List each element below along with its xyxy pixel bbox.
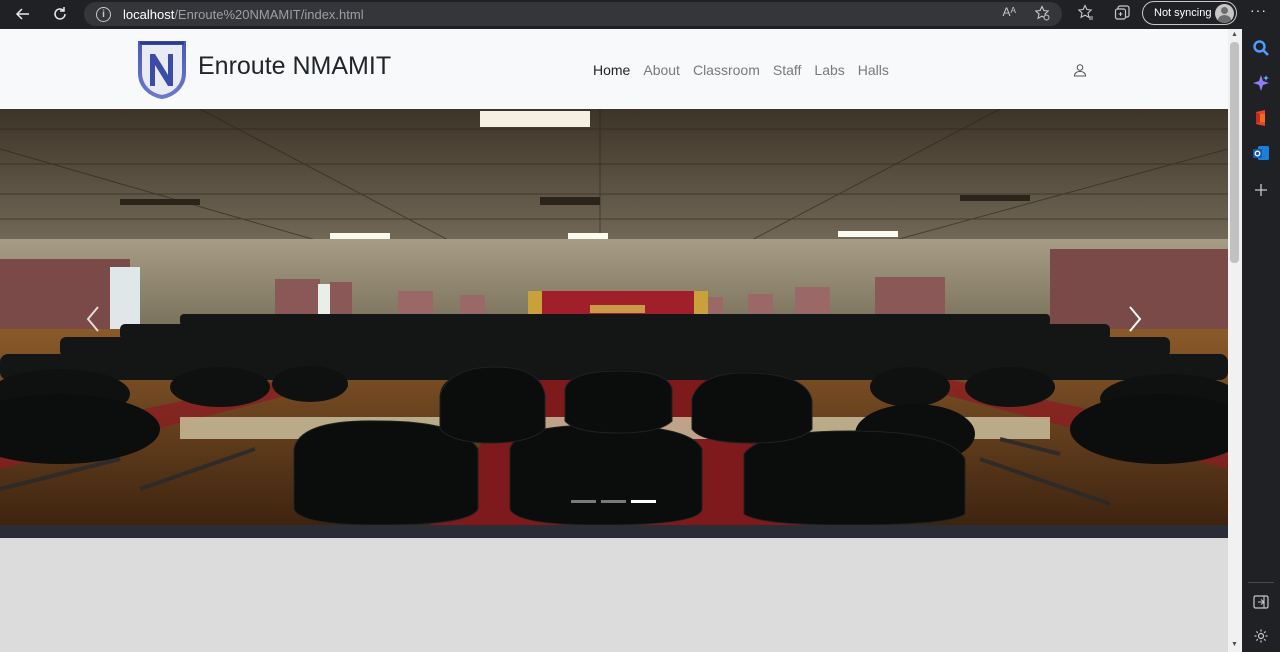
page-viewport: Enroute NMAMIT Home About Classroom Staf…	[0, 29, 1228, 652]
url-host: localhost	[123, 6, 175, 22]
settings-icon[interactable]	[1252, 627, 1270, 645]
hero-carousel	[0, 109, 1228, 525]
site-logo[interactable]	[136, 40, 188, 99]
copilot-icon[interactable]	[1252, 74, 1270, 92]
more-icon[interactable]: ···	[1250, 2, 1267, 18]
auditorium-image	[0, 109, 1228, 525]
nav-staff[interactable]: Staff	[773, 62, 802, 78]
url-path: /Enroute%20NMAMIT/index.html	[174, 6, 364, 22]
nav-halls[interactable]: Halls	[858, 62, 889, 78]
main-nav: Home About Classroom Staff Labs Halls	[593, 62, 902, 78]
brand-name[interactable]: Enroute NMAMIT	[198, 52, 391, 81]
user-icon[interactable]	[1073, 63, 1087, 77]
carousel-indicator-2[interactable]	[601, 500, 626, 503]
read-aloud-icon[interactable]: Aᴬ	[1003, 5, 1016, 21]
carousel-next-icon[interactable]	[1120, 299, 1150, 339]
info-icon[interactable]: i	[96, 6, 111, 22]
profile-icon	[1215, 4, 1234, 23]
favorite-add-icon[interactable]	[1034, 5, 1050, 21]
collections-icon[interactable]	[1114, 4, 1131, 21]
nav-home[interactable]: Home	[593, 62, 630, 78]
section-divider	[0, 525, 1228, 538]
sidebar-toggle-icon[interactable]	[1252, 593, 1270, 611]
nav-classroom[interactable]: Classroom	[693, 62, 760, 78]
back-button[interactable]	[8, 2, 38, 26]
carousel-indicator-1[interactable]	[571, 500, 596, 503]
office-icon[interactable]	[1252, 109, 1270, 127]
sync-label: Not syncing	[1154, 7, 1212, 19]
carousel-prev-icon[interactable]	[78, 299, 108, 339]
address-bar[interactable]: i localhost/Enroute%20NMAMIT/index.html …	[84, 2, 1062, 26]
page-scrollbar[interactable]: ▲ ▼	[1228, 29, 1242, 652]
site-header: Enroute NMAMIT Home About Classroom Staf…	[0, 29, 1228, 109]
add-icon[interactable]	[1252, 181, 1270, 199]
sidebar-divider	[1248, 582, 1274, 583]
carousel-indicator-3[interactable]	[631, 500, 656, 503]
search-icon[interactable]	[1252, 39, 1270, 57]
reload-button[interactable]	[45, 2, 75, 26]
browser-toolbar: i localhost/Enroute%20NMAMIT/index.html …	[0, 0, 1280, 29]
carousel-indicators	[571, 500, 656, 503]
edge-sidebar	[1242, 29, 1280, 652]
scroll-up-icon[interactable]: ▲	[1231, 31, 1238, 38]
sync-button[interactable]: Not syncing	[1142, 1, 1237, 25]
scroll-thumb[interactable]	[1230, 42, 1239, 263]
nav-labs[interactable]: Labs	[814, 62, 844, 78]
back-icon	[15, 8, 29, 20]
outlook-icon[interactable]	[1252, 144, 1270, 162]
favorites-icon[interactable]	[1077, 4, 1094, 21]
nav-about[interactable]: About	[643, 62, 680, 78]
scroll-down-icon[interactable]: ▼	[1231, 641, 1238, 648]
reload-icon	[54, 7, 66, 20]
